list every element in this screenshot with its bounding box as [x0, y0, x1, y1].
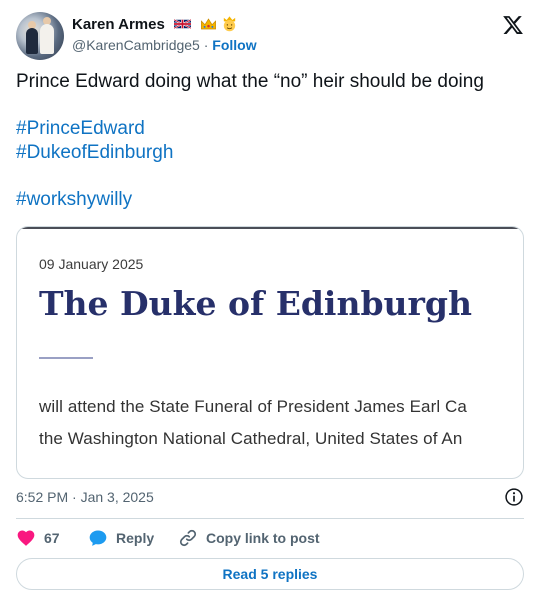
like-button[interactable]: 67 — [16, 526, 60, 550]
handle-row: @KarenCambridge5 · Follow — [72, 37, 257, 53]
link-icon — [179, 529, 197, 547]
like-count: 67 — [44, 530, 60, 546]
author-handle[interactable]: @KarenCambridge5 — [72, 37, 200, 53]
reply-bubble-icon — [89, 530, 107, 546]
hashtag-link[interactable]: #workshywilly — [16, 189, 132, 211]
reply-button[interactable]: Reply — [88, 526, 154, 550]
tweet-text: Prince Edward doing what the “no” heir s… — [16, 71, 484, 92]
copy-link-label: Copy link to post — [206, 530, 320, 546]
x-logo-icon[interactable] — [502, 14, 524, 36]
author-name-row[interactable]: Karen Armes — [72, 15, 238, 33]
avatar[interactable] — [16, 12, 64, 60]
action-bar: 67 Reply Copy link to post — [16, 526, 524, 550]
hashtag-link[interactable]: #PrinceEdward — [16, 118, 145, 140]
author-name[interactable]: Karen Armes — [72, 16, 165, 33]
read-replies-button[interactable]: Read 5 replies — [16, 558, 524, 590]
separator: · — [203, 37, 209, 53]
face-icon — [224, 16, 236, 32]
timestamp-link[interactable]: 6:52 PM · Jan 3, 2025 — [16, 489, 154, 505]
card-title: The Duke of Edinburgh — [39, 284, 472, 323]
uk-flag-icon — [174, 18, 191, 30]
tweet-header: Karen Armes @KarenCambridge5 · Follow — [16, 12, 524, 60]
copy-link-button[interactable]: Copy link to post — [178, 526, 320, 550]
hashtag-link[interactable]: #DukeofEdinburgh — [16, 142, 173, 164]
media-card[interactable]: 09 January 2025 The Duke of Edinburgh wi… — [16, 226, 524, 479]
card-text-line: the Washington National Cathedral, Unite… — [39, 429, 463, 448]
reply-label: Reply — [116, 530, 155, 546]
avatar-figure — [40, 24, 54, 54]
follow-button[interactable]: Follow — [212, 37, 256, 53]
card-top-border — [17, 227, 523, 229]
card-divider — [39, 357, 93, 359]
crown-icon — [201, 18, 217, 30]
card-date: 09 January 2025 — [39, 256, 144, 272]
info-icon[interactable] — [504, 487, 524, 507]
divider — [16, 518, 524, 519]
card-text-line: will attend the State Funeral of Preside… — [39, 397, 467, 416]
heart-icon — [17, 530, 35, 546]
avatar-figure — [26, 28, 38, 54]
